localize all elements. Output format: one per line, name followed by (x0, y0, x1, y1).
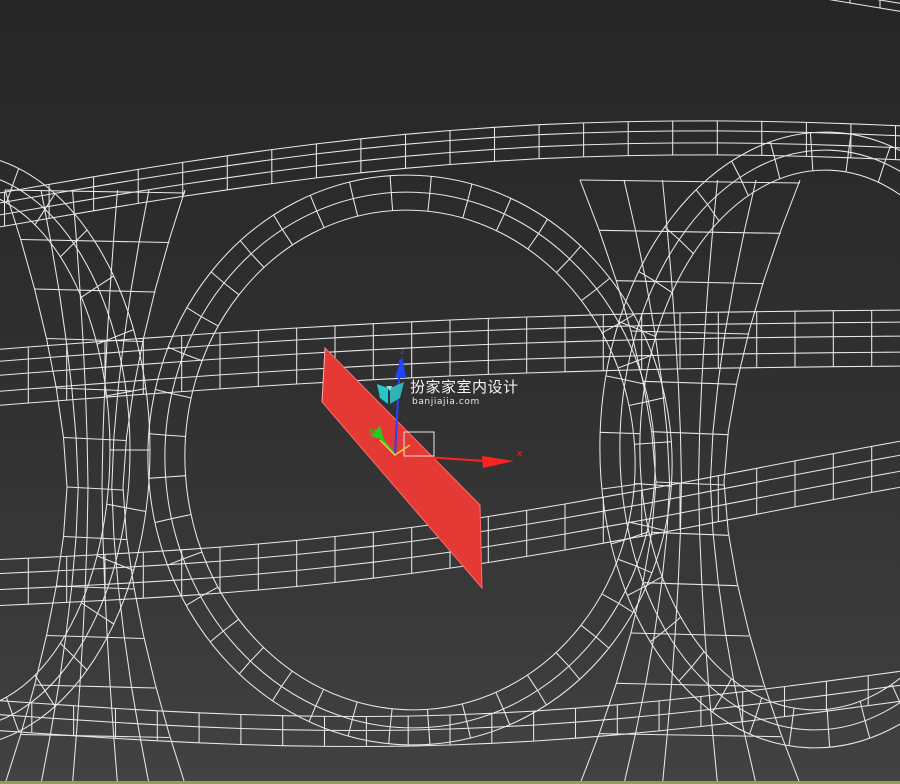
gizmo-layer: x z y (321, 346, 523, 590)
middle-band-upper (0, 309, 900, 406)
wireframe-mesh[interactable] (0, 0, 900, 784)
gizmo-z-arrow-icon[interactable] (395, 356, 406, 378)
gizmo-label-y: y (369, 426, 375, 436)
gizmo-x-arrow-icon[interactable] (482, 456, 514, 468)
wireframe-scene[interactable]: x z y (0, 0, 900, 784)
3d-viewport[interactable]: xzy 扮家家室内设计 banjiajia.com (0, 0, 900, 784)
gizmo-label-x: x (517, 449, 523, 459)
gizmo-label-z: z (400, 347, 405, 357)
top-ring-band (0, 120, 900, 228)
right-ring (599, 131, 900, 749)
upper-right-arc (828, 0, 900, 12)
selected-plane[interactable] (321, 346, 483, 590)
left-pillar (4, 189, 186, 784)
